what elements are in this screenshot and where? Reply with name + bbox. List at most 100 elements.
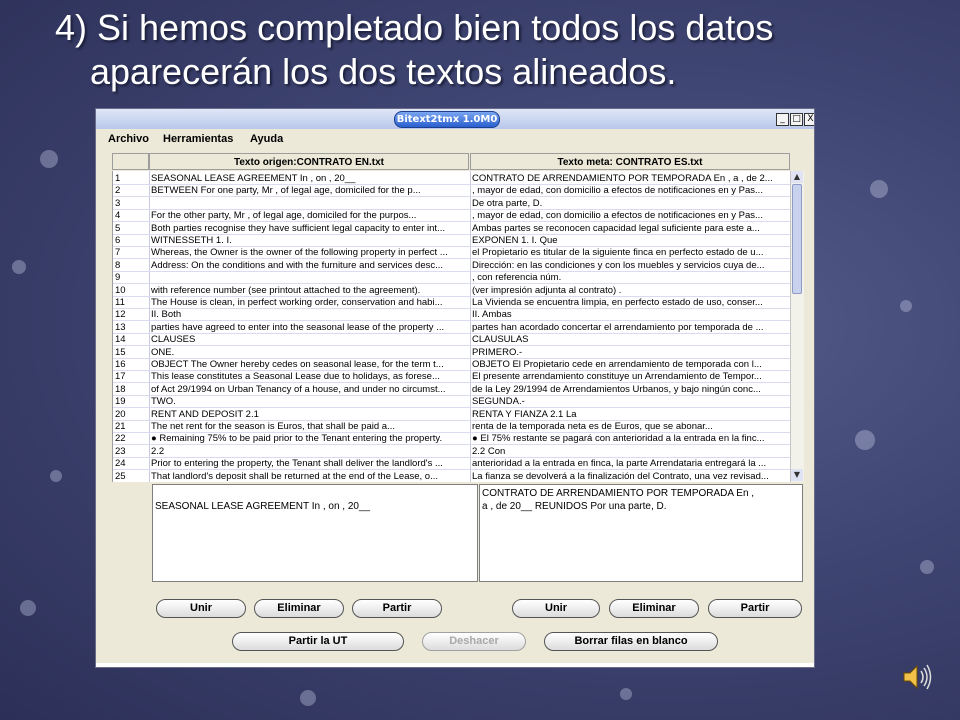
source-cell[interactable]: of Act 29/1994 on Urban Tenancy of a hou… <box>151 383 469 396</box>
target-column-header[interactable]: Texto meta: CONTRATO ES.txt <box>470 153 790 170</box>
row-number[interactable]: 15 <box>115 346 149 359</box>
table-row[interactable]: 8 Address: On the conditions and with the… <box>113 259 791 272</box>
source-cell[interactable]: RENT AND DEPOSIT 2.1 <box>151 408 469 421</box>
target-cell[interactable]: La fianza se devolverá a la finalización… <box>472 470 790 482</box>
target-cell[interactable]: anterioridad a la entrada en finca, la p… <box>472 457 790 470</box>
row-number[interactable]: 19 <box>115 395 149 408</box>
table-row[interactable]: 18 of Act 29/1994 on Urban Tenancy of a h… <box>113 383 791 396</box>
row-number[interactable]: 22 <box>115 432 149 445</box>
table-row[interactable]: 23 2.2 2.2 Con <box>113 445 791 458</box>
maximize-button[interactable]: □ <box>790 113 803 126</box>
row-number[interactable]: 13 <box>115 321 149 334</box>
scroll-thumb[interactable] <box>792 184 802 294</box>
table-row[interactable]: 11 The House is clean, in perfect working… <box>113 296 791 309</box>
partir-source-button[interactable]: Partir <box>352 599 442 618</box>
minimize-button[interactable]: _ <box>776 113 789 126</box>
row-number[interactable]: 9 <box>115 271 149 284</box>
row-number[interactable]: 18 <box>115 383 149 396</box>
target-cell[interactable]: , con referencia núm. <box>472 271 790 284</box>
row-number[interactable]: 2 <box>115 184 149 197</box>
unir-target-button[interactable]: Unir <box>512 599 600 618</box>
row-number[interactable]: 1 <box>115 172 149 185</box>
target-cell[interactable]: de la Ley 29/1994 de Arrendamientos Urba… <box>472 383 790 396</box>
target-cell[interactable]: II. Ambas <box>472 308 790 321</box>
target-cell[interactable]: OBJETO El Propietario cede en arrendamie… <box>472 358 790 371</box>
target-cell[interactable]: CONTRATO DE ARRENDAMIENTO POR TEMPORADA … <box>472 172 790 185</box>
window-titlebar[interactable]: Bitext2tmx 1.0M0 _ □ X <box>96 109 814 129</box>
target-cell[interactable]: El presente arrendamiento constituye un … <box>472 370 790 383</box>
source-cell[interactable]: BETWEEN For one party, Mr , of legal age… <box>151 184 469 197</box>
source-cell[interactable]: parties have agreed to enter into the se… <box>151 321 469 334</box>
row-number[interactable]: 25 <box>115 470 149 482</box>
source-cell[interactable]: CLAUSES <box>151 333 469 346</box>
target-cell[interactable]: partes han acordado concertar el arrenda… <box>472 321 790 334</box>
source-cell[interactable]: The net rent for the season is Euros, th… <box>151 420 469 433</box>
target-cell[interactable]: ● El 75% restante se pagará con anterior… <box>472 432 790 445</box>
target-cell[interactable]: Ambas partes se reconocen capacidad lega… <box>472 222 790 235</box>
source-cell[interactable]: WITNESSETH 1. I. <box>151 234 469 247</box>
table-row[interactable]: 22 ● Remaining 75% to be paid prior to th… <box>113 432 791 446</box>
source-cell[interactable]: Both parties recognise they have suffici… <box>151 222 469 235</box>
alignment-table[interactable]: 1 SEASONAL LEASE AGREEMENT In , on , 20__… <box>112 171 791 482</box>
target-cell[interactable]: el Propietario es titular de la siguient… <box>472 246 790 259</box>
row-number[interactable]: 5 <box>115 222 149 235</box>
table-row[interactable]: 10 with reference number (see printout at… <box>113 284 791 297</box>
source-cell[interactable]: Whereas, the Owner is the owner of the f… <box>151 246 469 259</box>
table-row[interactable]: 9 , con referencia núm. <box>113 271 791 285</box>
row-number[interactable]: 10 <box>115 284 149 297</box>
close-button[interactable]: X <box>804 113 814 126</box>
scroll-down-icon[interactable]: ▼ <box>791 469 803 481</box>
row-number[interactable]: 21 <box>115 420 149 433</box>
source-column-header[interactable]: Texto origen:CONTRATO EN.txt <box>149 153 469 170</box>
table-row[interactable]: 4 For the other party, Mr , of legal age,… <box>113 209 791 223</box>
source-cell[interactable]: ● Remaining 75% to be paid prior to the … <box>151 432 469 445</box>
table-row[interactable]: 2 BETWEEN For one party, Mr , of legal ag… <box>113 184 791 198</box>
row-number[interactable]: 24 <box>115 457 149 470</box>
target-cell[interactable]: PRIMERO.- <box>472 346 790 359</box>
target-cell[interactable]: RENTA Y FIANZA 2.1 La <box>472 408 790 421</box>
row-number[interactable]: 16 <box>115 358 149 371</box>
source-cell[interactable]: Prior to entering the property, the Tena… <box>151 457 469 470</box>
row-number[interactable]: 4 <box>115 209 149 222</box>
menu-herramientas[interactable]: Herramientas <box>163 133 233 145</box>
source-cell[interactable]: TWO. <box>151 395 469 408</box>
table-row[interactable]: 6 WITNESSETH 1. I. EXPONEN 1. I. Que <box>113 234 791 247</box>
table-row[interactable]: 3 De otra parte, D. <box>113 197 791 210</box>
source-cell[interactable]: SEASONAL LEASE AGREEMENT In , on , 20__ <box>151 172 469 185</box>
source-cell[interactable] <box>151 271 469 284</box>
target-cell[interactable]: 2.2 Con <box>472 445 790 458</box>
table-row[interactable]: 24 Prior to entering the property, the Te… <box>113 457 791 471</box>
row-number[interactable]: 20 <box>115 408 149 421</box>
table-row[interactable]: 7 Whereas, the Owner is the owner of the … <box>113 246 791 260</box>
target-segment-editor[interactable]: CONTRATO DE ARRENDAMIENTO POR TEMPORADA … <box>479 484 803 582</box>
borrar-filas-button[interactable]: Borrar filas en blanco <box>544 632 718 651</box>
target-cell[interactable]: Dirección: en las condiciones y con los … <box>472 259 790 272</box>
vertical-scrollbar[interactable]: ▲ ▼ <box>790 171 804 482</box>
row-number[interactable]: 3 <box>115 197 149 210</box>
table-row[interactable]: 25 That landlord's deposit shall be retur… <box>113 470 791 482</box>
row-number[interactable]: 7 <box>115 246 149 259</box>
source-cell[interactable]: II. Both <box>151 308 469 321</box>
table-row[interactable]: 12 II. Both II. Ambas <box>113 308 791 322</box>
target-cell[interactable]: , mayor de edad, con domicilio a efectos… <box>472 184 790 197</box>
eliminar-target-button[interactable]: Eliminar <box>609 599 699 618</box>
menu-ayuda[interactable]: Ayuda <box>250 133 283 145</box>
menu-archivo[interactable]: Archivo <box>108 133 149 145</box>
table-row[interactable]: 20 RENT AND DEPOSIT 2.1 RENTA Y FIANZA 2.1… <box>113 408 791 421</box>
table-row[interactable]: 19 TWO. SEGUNDA.- <box>113 395 791 409</box>
source-cell[interactable]: Address: On the conditions and with the … <box>151 259 469 272</box>
row-number[interactable]: 11 <box>115 296 149 309</box>
source-cell[interactable]: For the other party, Mr , of legal age, … <box>151 209 469 222</box>
row-number[interactable]: 8 <box>115 259 149 272</box>
source-cell[interactable]: The House is clean, in perfect working o… <box>151 296 469 309</box>
deshacer-button[interactable]: Deshacer <box>422 632 526 651</box>
target-cell[interactable]: , mayor de edad, con domicilio a efectos… <box>472 209 790 222</box>
source-cell[interactable] <box>151 197 469 210</box>
partir-target-button[interactable]: Partir <box>708 599 802 618</box>
source-cell[interactable]: This lease constitutes a Seasonal Lease … <box>151 370 469 383</box>
target-cell[interactable]: De otra parte, D. <box>472 197 790 210</box>
speaker-icon[interactable] <box>900 660 934 694</box>
row-number[interactable]: 23 <box>115 445 149 458</box>
source-cell[interactable]: That landlord's deposit shall be returne… <box>151 470 469 482</box>
table-row[interactable]: 13 parties have agreed to enter into the … <box>113 321 791 334</box>
